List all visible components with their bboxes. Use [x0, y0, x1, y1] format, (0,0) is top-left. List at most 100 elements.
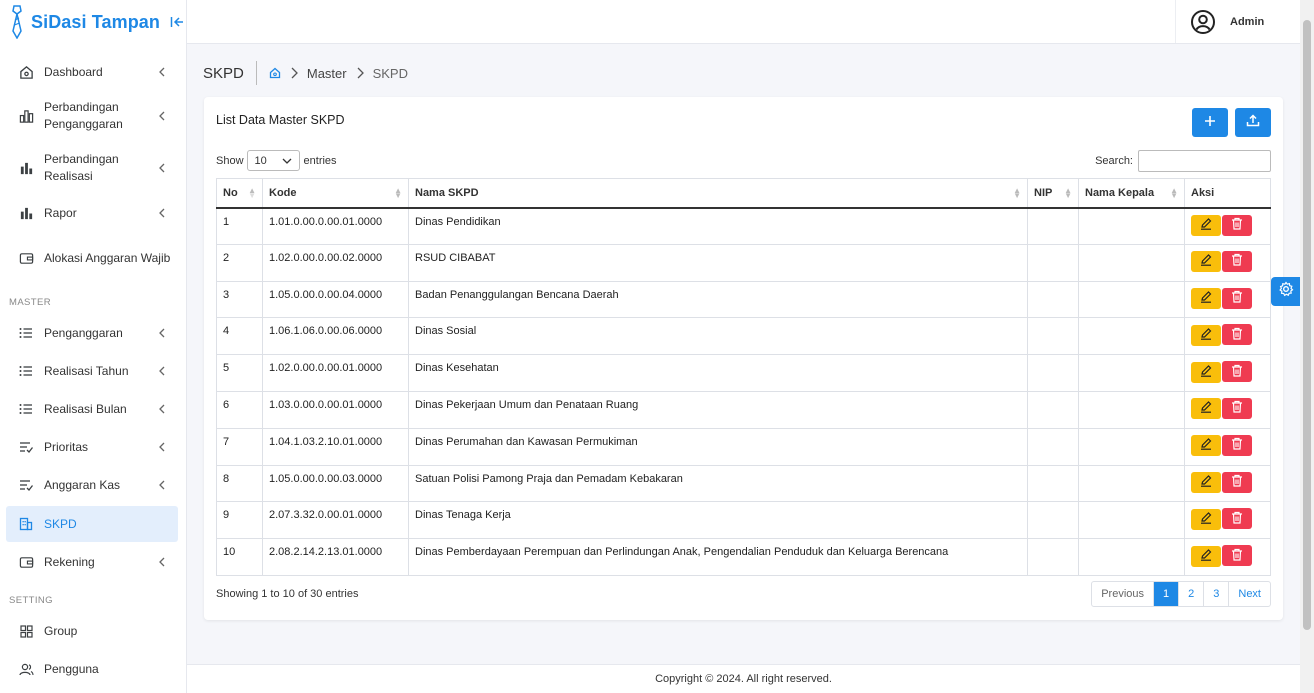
cell-aksi — [1184, 354, 1271, 392]
sidebar-item-alokasi-anggaran-wajib[interactable]: Alokasi Anggaran Wajib — [6, 232, 178, 284]
chevron-left-icon — [152, 366, 172, 376]
pencil-icon — [1200, 364, 1212, 380]
chevron-left-icon — [152, 163, 172, 173]
sidebar-item-group[interactable]: Group — [6, 612, 178, 650]
page-scrollbar[interactable] — [1300, 0, 1314, 693]
sidebar-item-perbandingan-penganggaran[interactable]: Perbandingan Penganggaran — [6, 90, 178, 142]
delete-button[interactable] — [1222, 508, 1252, 530]
sidebar-item-realisasi-tahun[interactable]: Realisasi Tahun — [6, 352, 178, 390]
add-button[interactable] — [1192, 108, 1228, 137]
edit-button[interactable] — [1191, 324, 1221, 346]
column-header-nama-skpd[interactable]: Nama SKPD ▲ ▼ — [408, 178, 1028, 209]
table-body: 1 1.01.0.00.0.00.01.0000 Dinas Pendidikan 2… — [216, 207, 1271, 576]
pagination-previous[interactable]: Previous — [1092, 582, 1153, 606]
sort-icon: ▲ ▼ — [1013, 186, 1021, 200]
cell-aksi — [1184, 427, 1271, 466]
upload-button[interactable] — [1235, 108, 1271, 137]
delete-button[interactable] — [1222, 471, 1252, 493]
cell-nama-kepala — [1078, 243, 1185, 282]
pagination-page-3[interactable]: 3 — [1203, 582, 1228, 606]
edit-button[interactable] — [1191, 545, 1221, 567]
column-header-nip[interactable]: NIP ▲ ▼ — [1027, 178, 1079, 209]
upload-icon — [1246, 113, 1260, 132]
delete-button[interactable] — [1222, 214, 1252, 236]
delete-button[interactable] — [1222, 434, 1252, 456]
sidebar-item-dashboard[interactable]: Dashboard — [6, 54, 178, 90]
breadcrumb-master[interactable]: Master — [307, 66, 347, 81]
page-size-select[interactable]: 10 — [246, 150, 300, 171]
collapse-sidebar-icon[interactable] — [170, 16, 184, 28]
header-label: NIP — [1034, 186, 1053, 199]
edit-button[interactable] — [1191, 398, 1221, 420]
delete-button[interactable] — [1222, 545, 1252, 567]
sidebar-item-anggaran-kas[interactable]: Anggaran Kas — [6, 466, 178, 504]
table-row: 5 1.02.0.00.0.00.01.0000 Dinas Kesehatan — [216, 354, 1271, 392]
table-row: 6 1.03.0.00.0.00.01.0000 Dinas Pekerjaan U… — [216, 390, 1271, 429]
sidebar-item-realisasi-bulan[interactable]: Realisasi Bulan — [6, 390, 178, 428]
user-menu[interactable]: Admin — [1175, 0, 1300, 43]
sidebar-item-label: Dashboard — [44, 64, 103, 79]
cell-nama-skpd: Dinas Pekerjaan Umum dan Penataan Ruang — [408, 390, 1028, 429]
delete-button[interactable] — [1222, 397, 1252, 419]
edit-button[interactable] — [1191, 215, 1221, 236]
page-size-control: Show 10 entries — [216, 150, 337, 171]
sidebar-item-rapor[interactable]: Rapor — [6, 194, 178, 232]
card-title: List Data Master SKPD — [216, 113, 345, 127]
sidebar-item-skpd[interactable]: SKPD — [6, 506, 178, 542]
column-header-no[interactable]: No ▲ ▼ — [216, 178, 263, 209]
cell-aksi — [1184, 390, 1271, 429]
cell-no: 6 — [216, 390, 263, 429]
search-input[interactable] — [1138, 150, 1271, 172]
cell-aksi — [1184, 501, 1271, 540]
sidebar-item-penganggaran[interactable]: Penganggaran — [6, 314, 178, 352]
bar-chart-icon — [18, 160, 34, 176]
pagination: Previous 1 2 3 Next — [1091, 581, 1271, 607]
sidebar-item-prioritas[interactable]: Prioritas — [6, 428, 178, 466]
home-icon[interactable] — [269, 67, 281, 79]
sidebar-item-label: Perbandingan Realisasi — [44, 152, 119, 183]
delete-button[interactable] — [1222, 361, 1252, 383]
sidebar-item-pengguna[interactable]: Pengguna — [6, 650, 178, 688]
edit-button[interactable] — [1191, 288, 1221, 310]
home-icon — [18, 64, 34, 80]
cell-nama-kepala — [1078, 207, 1185, 245]
cell-kode: 1.02.0.00.0.00.01.0000 — [262, 354, 409, 392]
pagination-next[interactable]: Next — [1228, 582, 1270, 606]
breadcrumb-current: SKPD — [372, 65, 408, 81]
column-header-nama-kepala[interactable]: Nama Kepala ▲ ▼ — [1078, 178, 1185, 209]
header-label: Kode — [269, 186, 297, 199]
delete-button[interactable] — [1222, 250, 1252, 272]
delete-button[interactable] — [1222, 287, 1252, 309]
edit-button[interactable] — [1191, 508, 1221, 530]
pagination-page-1[interactable]: 1 — [1153, 582, 1179, 606]
edit-button[interactable] — [1191, 472, 1221, 494]
edit-button[interactable] — [1191, 361, 1221, 383]
chevron-left-icon — [152, 557, 172, 567]
chevron-left-icon — [152, 67, 172, 77]
section-master: MASTER — [9, 297, 51, 308]
sidebar-item-label: Perbandingan Penganggaran — [44, 100, 123, 131]
sidebar-item-rekening[interactable]: Rekening — [6, 542, 178, 582]
edit-button[interactable] — [1191, 435, 1221, 457]
cell-no: 4 — [216, 317, 263, 356]
cell-no: 2 — [216, 243, 263, 282]
column-header-kode[interactable]: Kode ▲ ▼ — [262, 178, 409, 209]
settings-button[interactable] — [1271, 277, 1300, 306]
delete-button[interactable] — [1222, 324, 1252, 346]
chevron-left-icon — [152, 442, 172, 452]
cell-nip — [1027, 207, 1079, 245]
sidebar-item-label: Alokasi Anggaran Wajib — [44, 250, 171, 265]
scrollbar-thumb[interactable] — [1303, 20, 1311, 630]
cell-nip — [1027, 538, 1079, 576]
pencil-icon — [1200, 291, 1212, 306]
edit-button[interactable] — [1191, 251, 1221, 273]
pencil-icon — [1200, 401, 1212, 416]
cell-nip — [1027, 427, 1079, 466]
sidebar-item-perbandingan-realisasi[interactable]: Perbandingan Realisasi — [6, 142, 178, 194]
cell-kode: 2.08.2.14.2.13.01.0000 — [262, 538, 409, 576]
cell-no: 5 — [216, 354, 263, 392]
pagination-page-2[interactable]: 2 — [1178, 582, 1203, 606]
sidebar-item-label: Rapor — [44, 205, 77, 220]
cell-no: 1 — [216, 207, 263, 245]
cell-nama-skpd: Dinas Pemberdayaan Perempuan dan Perlind… — [408, 538, 1028, 576]
